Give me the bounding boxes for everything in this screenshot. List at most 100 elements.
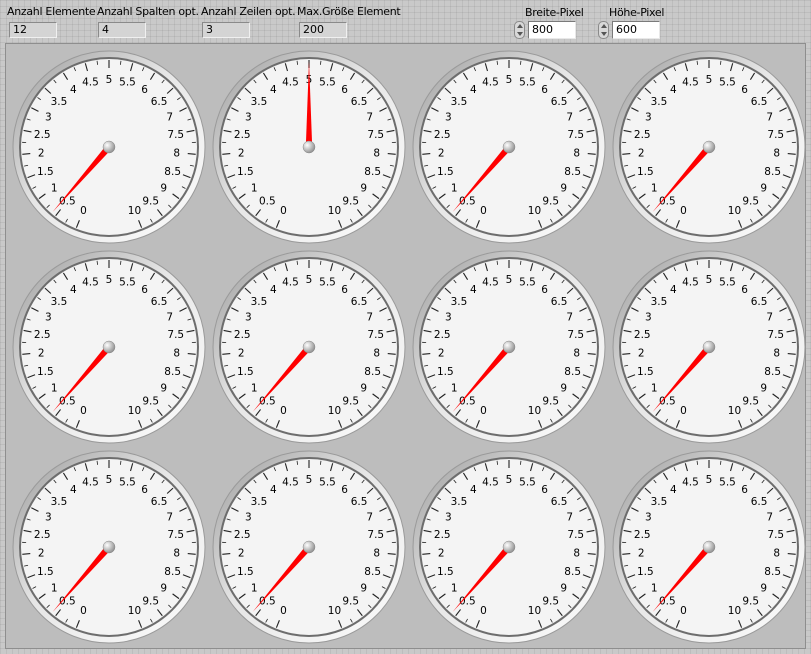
gauge-tick-label: 2 — [38, 348, 45, 360]
gauge-tick-label: 8.5 — [764, 566, 781, 578]
gauge: 00.511.522.533.544.555.566.577.588.599.5… — [12, 50, 206, 244]
increment-arrow-icon[interactable] — [601, 24, 607, 28]
gauge-tick-label: 3 — [645, 511, 652, 523]
gauge-tick-label: 4.5 — [282, 77, 299, 89]
gauge-tick-label: 0 — [80, 405, 87, 417]
gauge-tick-label: 3.5 — [51, 96, 68, 108]
gauge-tick — [787, 153, 796, 155]
gauge-array-panel: 0 0.5 1 1.5 2 2.5 3 3.5 4 4.5 5 5.5 6 6.5 7 7.5 8 8.5 9 9.5… — [5, 43, 806, 649]
decrement-arrow-icon[interactable] — [517, 32, 523, 36]
decrement-arrow-icon[interactable] — [601, 32, 607, 36]
gauge-tick — [120, 60, 122, 65]
gauge-tick-label: 0 — [280, 605, 287, 617]
gauge-tick-label: 2.5 — [634, 129, 651, 141]
gauge-tick-label: 9.5 — [342, 196, 359, 208]
gauge-tick-label: 7 — [366, 511, 373, 523]
gauge-tick-label: 9 — [760, 182, 767, 194]
gauge-tick-label: 4 — [670, 484, 677, 496]
gauge-tick-label: 9 — [560, 382, 567, 394]
gauge-tick-label: 2.5 — [34, 329, 51, 341]
gauge-tick — [496, 60, 498, 65]
gauge: 00.511.522.533.544.555.566.577.588.599.5… — [12, 250, 206, 444]
gauge-tick-label: 1.5 — [237, 166, 254, 178]
gauge-tick-label: 5 — [706, 274, 713, 286]
gauge-tick-label: 10 — [128, 405, 141, 417]
hoehe-pixel-input[interactable]: 600 — [612, 21, 660, 39]
gauge-tick-label: 2.5 — [634, 529, 651, 541]
gauge-tick-label: 8 — [773, 348, 780, 360]
gauge-tick-label: 1.5 — [637, 166, 654, 178]
gauge-tick-label: 3 — [445, 311, 452, 323]
gauge-tick-label: 5 — [706, 474, 713, 486]
gauge-tick — [387, 353, 396, 355]
gauge-tick-label: 6.5 — [751, 96, 768, 108]
breite-pixel-input[interactable]: 800 — [528, 21, 576, 39]
gauge-tick-label: 4.5 — [482, 277, 499, 289]
gauge-tick-label: 3 — [645, 311, 652, 323]
gauge-tick-label: 6 — [141, 284, 148, 296]
gauge-tick-label: 1.5 — [437, 566, 454, 578]
gauge-tick — [296, 60, 298, 65]
gauge-tick-label: 8 — [573, 148, 580, 160]
gauge-tick-label: 6.5 — [351, 96, 368, 108]
gauge-tick-label: 3 — [645, 111, 652, 123]
gauge-tick-label: 1.5 — [637, 566, 654, 578]
gauge-tick-label: 3 — [245, 311, 252, 323]
gauge-tick-label: 6 — [341, 284, 348, 296]
gauge-tick-label: 3 — [45, 111, 52, 123]
gauge-tick-label: 2 — [238, 548, 245, 560]
gauge-tick-label: 0 — [480, 205, 487, 217]
anzahl-spalten-label: Anzahl Spalten opt. — [97, 5, 199, 18]
gauge-tick-label: 9 — [360, 382, 367, 394]
gauge-tick — [187, 553, 196, 555]
gauge-tick — [22, 153, 31, 155]
gauge-tick-label: 3 — [45, 311, 52, 323]
gauge-tick-label: 9.5 — [742, 196, 759, 208]
gauge-tick-label: 8.5 — [764, 166, 781, 178]
gauge-tick-label: 1.5 — [437, 166, 454, 178]
gauge-tick-label: 4.5 — [282, 477, 299, 489]
gauge-tick-label: 6.5 — [551, 96, 568, 108]
gauge-tick-label: 6 — [541, 484, 548, 496]
gauge-tick-label: 6.5 — [751, 496, 768, 508]
anzahl-spalten-indicator: 4 — [98, 22, 146, 38]
gauge-tick — [787, 553, 796, 555]
gauge-tick-label: 6.5 — [551, 296, 568, 308]
gauge: 00.511.522.533.544.555.566.577.588.599.5… — [612, 50, 806, 244]
gauge-tick-label: 9 — [760, 382, 767, 394]
gauge-tick-label: 5.5 — [519, 77, 536, 89]
gauge-tick-label: 5 — [106, 474, 113, 486]
gauge-tick-label: 3 — [245, 111, 252, 123]
gauge-tick-label: 7.5 — [567, 529, 584, 541]
gauge-tick-label: 7.5 — [167, 329, 184, 341]
increment-arrow-icon[interactable] — [517, 24, 523, 28]
gauge-tick-label: 2 — [438, 548, 445, 560]
gauge-tick-label: 9.5 — [742, 596, 759, 608]
gauge-tick-label: 6.5 — [351, 496, 368, 508]
gauge-tick-label: 0 — [280, 205, 287, 217]
gauge-tick-label: 9.5 — [742, 396, 759, 408]
gauge-tick-label: 2 — [438, 148, 445, 160]
gauge-tick-label: 0 — [680, 405, 687, 417]
hoehe-pixel-spinner[interactable] — [598, 21, 609, 39]
gauge-tick-label: 8 — [773, 148, 780, 160]
gauge-tick-label: 9 — [160, 382, 167, 394]
gauge-hub — [502, 140, 516, 154]
gauge-tick — [120, 460, 122, 465]
gauge-tick-label: 3.5 — [51, 296, 68, 308]
gauge-tick-label: 7 — [766, 511, 773, 523]
gauge-tick — [96, 260, 98, 265]
gauge-tick-label: 4.5 — [82, 77, 99, 89]
gauge-tick-label: 6 — [541, 284, 548, 296]
gauge-tick-label: 4.5 — [482, 477, 499, 489]
gauge-tick-label: 5 — [306, 274, 313, 286]
gauge-tick — [387, 553, 396, 555]
gauge-tick-label: 2.5 — [434, 129, 451, 141]
gauge-tick-label: 8 — [573, 548, 580, 560]
gauge: 00.511.522.533.544.555.566.577.588.599.5… — [212, 450, 406, 644]
gauge-tick-label: 1.5 — [237, 566, 254, 578]
breite-pixel-spinner[interactable] — [514, 21, 525, 39]
gauge-tick-label: 6 — [541, 84, 548, 96]
gauge-tick-label: 6 — [341, 484, 348, 496]
gauge-tick-label: 3.5 — [251, 96, 268, 108]
